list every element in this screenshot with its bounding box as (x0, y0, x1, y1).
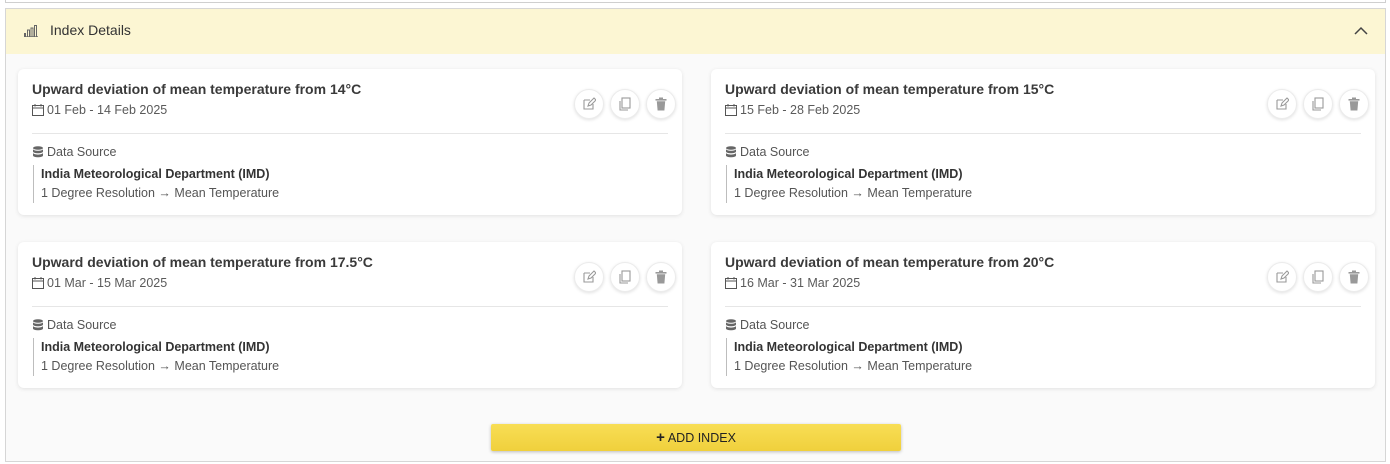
source-detail: 1 Degree Resolution → Mean Temperature (41, 359, 280, 373)
index-card: Upward deviation of mean temperature fro… (18, 69, 682, 215)
date-range-text: 01 Feb - 14 Feb 2025 (47, 103, 168, 117)
panel-header[interactable]: Index Details (6, 9, 1385, 54)
source-name: India Meteorological Department (IMD) (734, 340, 963, 354)
data-source-block: India Meteorological Department (IMD) 1 … (33, 338, 279, 376)
edit-icon (1276, 97, 1289, 110)
trash-icon (655, 270, 667, 284)
date-range: 16 Mar - 31 Mar 2025 (725, 276, 860, 290)
edit-button[interactable] (1267, 262, 1297, 292)
card-divider (725, 306, 1361, 307)
calendar-icon (725, 104, 737, 116)
trash-icon (1348, 270, 1360, 284)
trash-icon (1348, 97, 1360, 111)
data-source-label-text: Data Source (740, 318, 810, 332)
index-title: Upward deviation of mean temperature fro… (32, 81, 362, 97)
calendar-icon (725, 277, 737, 289)
delete-button[interactable] (646, 262, 676, 292)
source-detail: 1 Degree Resolution → Mean Temperature (734, 186, 973, 200)
date-range-text: 01 Mar - 15 Mar 2025 (47, 276, 168, 290)
calendar-icon (32, 104, 44, 116)
copy-icon (619, 97, 631, 111)
index-card: Upward deviation of mean temperature fro… (18, 242, 682, 388)
data-source-label: Data Source (32, 318, 116, 332)
add-index-button[interactable]: + ADD INDEX (491, 424, 901, 451)
edit-button[interactable] (1267, 89, 1297, 119)
copy-icon (619, 270, 631, 284)
data-source-label: Data Source (725, 318, 809, 332)
chevron-up-icon[interactable] (1351, 21, 1371, 41)
card-actions (1267, 262, 1369, 292)
card-actions (1267, 89, 1369, 119)
copy-button[interactable] (610, 262, 640, 292)
edit-icon (1276, 270, 1289, 283)
index-details-panel: Index Details Upward deviation of mean t… (5, 8, 1386, 462)
copy-button[interactable] (610, 89, 640, 119)
data-source-label-text: Data Source (740, 145, 810, 159)
copy-icon (1312, 270, 1324, 284)
copy-button[interactable] (1303, 89, 1333, 119)
source-name: India Meteorological Department (IMD) (734, 167, 963, 181)
delete-button[interactable] (1339, 262, 1369, 292)
card-divider (32, 133, 668, 134)
edit-button[interactable] (574, 262, 604, 292)
date-range-text: 16 Mar - 31 Mar 2025 (740, 276, 861, 290)
add-index-label: ADD INDEX (667, 430, 736, 445)
index-title: Upward deviation of mean temperature fro… (725, 254, 1055, 270)
edit-icon (583, 270, 596, 283)
source-name: India Meteorological Department (IMD) (41, 167, 270, 181)
card-divider (725, 133, 1361, 134)
data-source-label: Data Source (32, 145, 116, 159)
date-range-text: 15 Feb - 28 Feb 2025 (740, 103, 861, 117)
card-actions (574, 262, 676, 292)
index-title: Upward deviation of mean temperature fro… (32, 254, 373, 270)
edit-icon (583, 97, 596, 110)
index-title: Upward deviation of mean temperature fro… (725, 81, 1055, 97)
database-icon (726, 319, 736, 331)
source-detail: 1 Degree Resolution → Mean Temperature (41, 186, 280, 200)
panel-title: Index Details (50, 22, 131, 38)
copy-button[interactable] (1303, 262, 1333, 292)
delete-button[interactable] (1339, 89, 1369, 119)
index-card: Upward deviation of mean temperature fro… (711, 242, 1375, 388)
bar-chart-icon (24, 25, 38, 37)
data-source-label-text: Data Source (47, 318, 117, 332)
card-actions (574, 89, 676, 119)
card-divider (32, 306, 668, 307)
source-detail: 1 Degree Resolution → Mean Temperature (734, 359, 973, 373)
data-source-label-text: Data Source (47, 145, 117, 159)
data-source-block: India Meteorological Department (IMD) 1 … (33, 165, 279, 203)
index-card: Upward deviation of mean temperature fro… (711, 69, 1375, 215)
copy-icon (1312, 97, 1324, 111)
data-source-block: India Meteorological Department (IMD) 1 … (726, 165, 972, 203)
database-icon (33, 146, 43, 158)
database-icon (33, 319, 43, 331)
top-border-strip (5, 0, 1386, 3)
delete-button[interactable] (646, 89, 676, 119)
database-icon (726, 146, 736, 158)
date-range: 01 Feb - 14 Feb 2025 (32, 103, 167, 117)
date-range: 15 Feb - 28 Feb 2025 (725, 103, 860, 117)
date-range: 01 Mar - 15 Mar 2025 (32, 276, 167, 290)
plus-icon: + (656, 428, 665, 446)
edit-button[interactable] (574, 89, 604, 119)
data-source-block: India Meteorological Department (IMD) 1 … (726, 338, 972, 376)
data-source-label: Data Source (725, 145, 809, 159)
calendar-icon (32, 277, 44, 289)
trash-icon (655, 97, 667, 111)
source-name: India Meteorological Department (IMD) (41, 340, 270, 354)
